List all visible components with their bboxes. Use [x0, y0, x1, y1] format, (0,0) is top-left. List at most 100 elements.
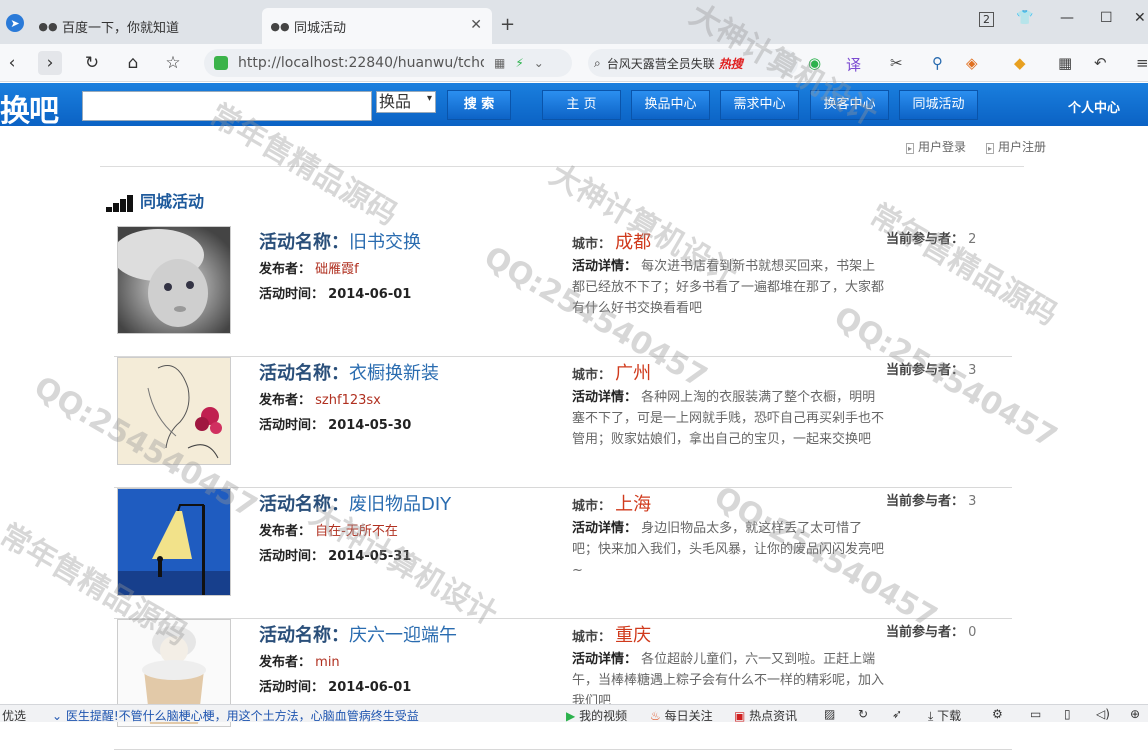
nav-swappers[interactable]: 换客中心: [810, 90, 889, 120]
home-icon[interactable]: ⌂: [121, 51, 145, 75]
nav-home[interactable]: 主 页: [542, 90, 621, 120]
minimize-icon[interactable]: —: [1060, 10, 1074, 26]
search-type-value: 换品: [379, 92, 412, 111]
publisher-value[interactable]: 自在-无所不在: [315, 524, 398, 539]
tab-count-badge[interactable]: 2: [979, 12, 994, 27]
phone-icon[interactable]: ▯: [1064, 707, 1071, 721]
tab-title: 百度一下，你就知道: [62, 20, 180, 36]
undo-icon[interactable]: ↶: [1094, 54, 1107, 72]
activity-item[interactable]: 活动名称：旧书交换 发布者： 础雁霞f 活动时间： 2014-06-01 城市： 成都…: [114, 226, 1012, 357]
qr-icon[interactable]: ▦: [494, 56, 505, 70]
city-row: 城市： 成都: [572, 228, 651, 254]
participant-count: 当前参与者： 3: [886, 490, 976, 509]
address-bar[interactable]: http://localhost:22840/huanwu/tchd ▦ ⚡ ⌄: [204, 49, 572, 77]
publisher-row: 发布者： 自在-无所不在: [259, 520, 398, 539]
site-logo[interactable]: 换吧: [0, 86, 59, 130]
activity-item[interactable]: 活动名称：废旧物品DIY 发布者： 自在-无所不在 活动时间： 2014-05-31…: [114, 488, 1012, 619]
name-value[interactable]: 庆六一迎端午: [349, 625, 457, 646]
publisher-label: 发布者：: [259, 655, 312, 670]
time-row: 活动时间： 2014-05-30: [259, 414, 411, 433]
hotnews-link[interactable]: ▣ 热点资讯: [734, 707, 797, 724]
skin-icon[interactable]: 👕: [1016, 10, 1033, 26]
settings-icon[interactable]: ⚙: [992, 707, 1003, 721]
nav-needs[interactable]: 需求中心: [720, 90, 799, 120]
time-value: 2014-05-30: [328, 418, 412, 433]
translate-icon[interactable]: 译: [846, 54, 861, 75]
close-tab-icon[interactable]: ✕: [470, 17, 482, 33]
time-row: 活动时间： 2014-05-31: [259, 545, 411, 564]
name-value[interactable]: 衣橱换新装: [349, 363, 439, 384]
publisher-value[interactable]: min: [315, 655, 340, 670]
follow-link[interactable]: ♨ 每日关注: [650, 707, 713, 724]
publisher-value[interactable]: 础雁霞f: [315, 262, 359, 277]
shield-coin-icon[interactable]: ◆: [1014, 54, 1026, 72]
magnifier-icon[interactable]: ⚲: [932, 54, 943, 72]
time-label: 活动时间：: [259, 549, 325, 564]
download-link[interactable]: ⤓ 下载: [928, 707, 961, 724]
image-icon[interactable]: ▨: [824, 707, 835, 721]
back-icon[interactable]: ‹: [0, 51, 24, 75]
publisher-label: 发布者：: [259, 524, 312, 539]
gamepad-icon[interactable]: ◈: [966, 54, 978, 72]
site-header: 换吧 换品 ▾ 搜 索 主 页 换品中心 需求中心 换客中心 同城活动 个人中心: [0, 83, 1148, 129]
browser-nav-bar: ‹ › ↻ ⌂ ☆ http://localhost:22840/huanwu/…: [0, 44, 1148, 82]
activity-item[interactable]: 活动名称：庆六一迎端午 发布者： min 活动时间： 2014-06-01 城市： 重…: [114, 619, 1012, 750]
close-window-icon[interactable]: ✕: [1134, 10, 1146, 26]
tab-active[interactable]: ●● 同城活动 ✕: [262, 8, 492, 44]
search-button[interactable]: 搜 索: [447, 90, 511, 120]
nav-items[interactable]: 换品中心: [631, 90, 710, 120]
bookmark-star-icon[interactable]: ☆: [161, 51, 185, 75]
window-icon[interactable]: ▭: [1030, 707, 1041, 721]
register-link[interactable]: ▸ 用户注册: [986, 138, 1046, 155]
new-tab-button[interactable]: +: [500, 14, 515, 35]
tab-baidu[interactable]: ●● 百度一下，你就知道: [30, 8, 256, 44]
news-text: 医生提醒!不管什么脑梗心梗，用这个土方法，心脑血管病终生受益: [65, 709, 419, 723]
status-left[interactable]: 优选: [2, 707, 26, 724]
follow-label: 每日关注: [664, 709, 713, 723]
activity-name[interactable]: 活动名称：衣橱换新装: [259, 359, 439, 385]
name-value[interactable]: 旧书交换: [349, 232, 421, 253]
activity-thumbnail[interactable]: [117, 226, 231, 334]
news-ticker[interactable]: ⌄ 医生提醒!不管什么脑梗心梗，用这个土方法，心脑血管病终生受益: [52, 707, 419, 724]
volume-icon[interactable]: ◁): [1096, 707, 1110, 721]
speed-icon[interactable]: ⚡: [515, 56, 523, 70]
tab-favicon-icon: ●●: [38, 19, 58, 33]
url-text[interactable]: http://localhost:22840/huanwu/tchd: [238, 55, 484, 71]
name-value[interactable]: 废旧物品DIY: [349, 494, 451, 515]
search-hint: 台风天露营全员失联: [606, 56, 715, 71]
activity-thumbnail[interactable]: [117, 357, 231, 465]
site-search-input[interactable]: [82, 91, 372, 121]
time-label: 活动时间：: [259, 418, 325, 433]
publisher-row: 发布者： 础雁霞f: [259, 258, 359, 277]
activity-name[interactable]: 活动名称：旧书交换: [259, 228, 421, 254]
menu-icon[interactable]: ≡: [1136, 54, 1148, 72]
video-link[interactable]: ▶ 我的视频: [566, 707, 627, 724]
hot-search-label: 热搜: [718, 56, 743, 71]
activity-name[interactable]: 活动名称：庆六一迎端午: [259, 621, 457, 647]
login-link[interactable]: ▸ 用户登录: [906, 138, 966, 155]
activity-name[interactable]: 活动名称：废旧物品DIY: [259, 490, 451, 516]
dropdown-icon[interactable]: ⌄: [534, 56, 544, 70]
reload-icon[interactable]: ↻: [80, 51, 104, 75]
rocket-icon[interactable]: ➶: [892, 707, 902, 721]
zoom-icon[interactable]: ⊕: [1130, 707, 1140, 721]
search-icon: ⌕: [594, 55, 601, 70]
publisher-value[interactable]: szhf123sx: [315, 393, 381, 408]
section-header: 同城活动: [106, 188, 204, 212]
tab-favicon-icon: ●●: [270, 19, 290, 33]
search-type-select[interactable]: 换品 ▾: [376, 91, 436, 113]
time-label: 活动时间：: [259, 680, 325, 695]
count-value: 0: [968, 625, 977, 640]
browser-search-box[interactable]: ⌕ 台风天露营全员失联 热搜: [588, 49, 798, 77]
user-center-link[interactable]: 个人中心: [1068, 97, 1120, 116]
activity-thumbnail[interactable]: [117, 488, 231, 596]
scissors-icon[interactable]: ✂: [890, 54, 903, 72]
sync-icon[interactable]: ↻: [858, 707, 868, 721]
chat-icon[interactable]: ◉: [808, 54, 821, 72]
browser-logo-icon[interactable]: ➤: [6, 14, 24, 32]
activity-item[interactable]: 活动名称：衣橱换新装 发布者： szhf123sx 活动时间： 2014-05-30…: [114, 357, 1012, 488]
nav-local-activities[interactable]: 同城活动: [899, 90, 978, 120]
apps-grid-icon[interactable]: ▦: [1058, 54, 1072, 72]
maximize-icon[interactable]: ☐: [1100, 10, 1113, 26]
forward-icon[interactable]: ›: [38, 51, 62, 75]
